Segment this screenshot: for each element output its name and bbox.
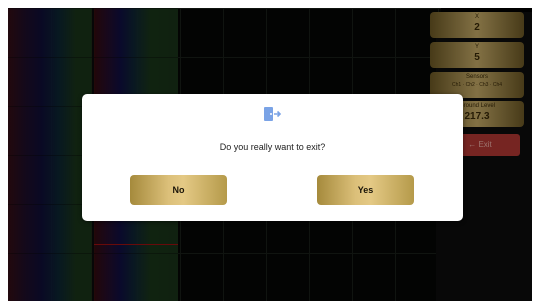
yes-button[interactable]: Yes [317, 175, 414, 205]
exit-dialog: Do you really want to exit? No Yes [82, 94, 463, 221]
dialog-message: Do you really want to exit? [219, 142, 326, 152]
exit-door-icon [262, 105, 282, 123]
no-button[interactable]: No [130, 175, 227, 205]
